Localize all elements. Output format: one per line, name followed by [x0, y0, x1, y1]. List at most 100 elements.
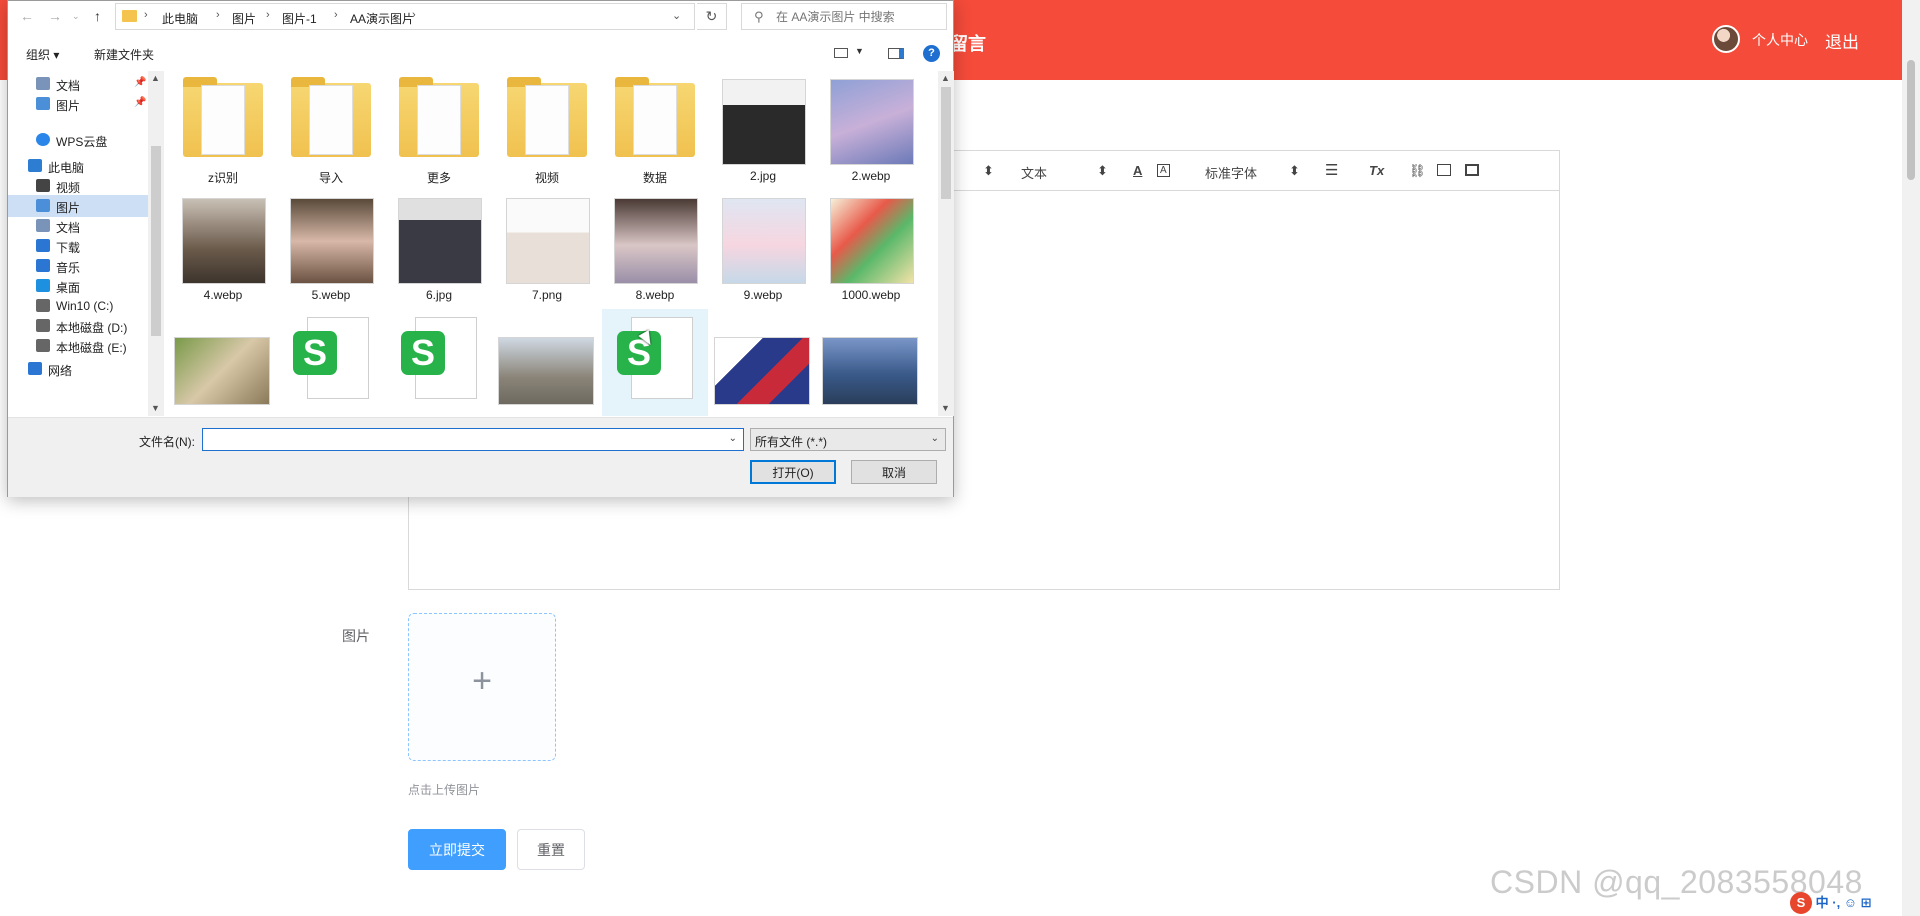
dropdown-arrow-icon[interactable]: ⬍ — [1289, 163, 1300, 179]
forward-arrow-icon[interactable]: → — [48, 8, 62, 24]
file-item[interactable]: 2.webp — [818, 71, 924, 187]
nav-item[interactable]: 音乐 — [8, 255, 148, 277]
search-box[interactable]: ⚲ — [741, 3, 947, 30]
nav-item[interactable]: 文档 📌 — [8, 73, 148, 95]
breadcrumb-separator-icon[interactable]: › — [144, 9, 148, 21]
folder-item[interactable]: 数据 — [602, 71, 708, 187]
scroll-down-icon[interactable]: ▼ — [941, 403, 950, 413]
chevron-down-icon[interactable]: ⌄ — [672, 9, 681, 22]
ime-toolbar[interactable]: S 中 ·, ☺ ⊞ — [1790, 892, 1902, 914]
nav-item[interactable]: 网络 — [8, 358, 148, 380]
scrollbar-thumb[interactable] — [941, 87, 951, 199]
file-item[interactable]: S — [602, 309, 708, 416]
cancel-button[interactable]: 取消 — [851, 460, 937, 484]
file-item[interactable] — [818, 309, 924, 416]
avatar[interactable] — [1712, 25, 1740, 53]
view-options-icon[interactable] — [834, 48, 848, 58]
file-item[interactable]: 4.webp — [170, 190, 276, 306]
link-icon[interactable]: ⛓ — [1409, 163, 1426, 179]
sogou-icon[interactable]: S — [1790, 892, 1812, 914]
page-scrollbar[interactable] — [1902, 0, 1920, 916]
file-item[interactable]: 1000.webp — [818, 190, 924, 306]
image-uploader[interactable]: + — [408, 613, 556, 761]
folder-item[interactable]: 视频 — [494, 71, 600, 187]
history-chevron-icon[interactable]: ⌄ — [72, 11, 80, 22]
video-icon[interactable] — [1465, 164, 1479, 176]
nav-item[interactable]: 下载 — [8, 235, 148, 257]
breadcrumb-separator-icon[interactable]: › — [334, 9, 338, 21]
file-list-scrollbar[interactable]: ▲ ▼ — [938, 71, 954, 416]
back-arrow-icon[interactable]: ← — [20, 8, 34, 24]
filename-field[interactable]: ⌄ — [202, 428, 744, 451]
header-select[interactable]: 文本 — [1021, 163, 1047, 182]
help-icon[interactable]: ? — [923, 45, 940, 62]
file-type-select[interactable]: 所有文件 (*.*) ⌄ — [750, 428, 946, 451]
ime-status[interactable]: 中 ·, ☺ ⊞ — [1816, 895, 1872, 910]
font-color-icon[interactable]: A — [1133, 163, 1142, 178]
dropdown-arrow-icon[interactable]: ⬍ — [983, 163, 994, 179]
breadcrumb-pictures[interactable]: 图片 — [232, 10, 256, 27]
pin-icon[interactable]: 📌 — [134, 97, 146, 108]
new-folder-button[interactable]: 新建文件夹 — [94, 46, 154, 63]
file-item[interactable]: 2.jpg — [710, 71, 816, 187]
nav-item[interactable]: 图片 — [8, 195, 148, 217]
chevron-down-icon[interactable]: ⌄ — [729, 433, 737, 444]
folder-item[interactable]: 更多 — [386, 71, 492, 187]
file-item[interactable]: 7.png — [494, 190, 600, 306]
filename-input[interactable] — [203, 429, 723, 450]
nav-item[interactable]: Win10 (C:) — [8, 295, 148, 317]
nav-item[interactable]: WPS云盘 — [8, 129, 148, 151]
scroll-up-icon[interactable]: ▲ — [941, 73, 950, 83]
address-bar[interactable]: › 此电脑 › 图片 › 图片-1 › AA演示图片 › ⌄ — [115, 3, 695, 30]
clear-format-icon[interactable]: Tx — [1369, 163, 1384, 178]
chevron-down-icon[interactable]: ▼ — [855, 46, 864, 56]
scroll-down-icon[interactable]: ▼ — [151, 403, 160, 413]
nav-item[interactable]: 文档 — [8, 215, 148, 237]
organize-button[interactable]: 组织 ▾ — [26, 46, 59, 63]
breadcrumb-separator-icon[interactable]: › — [266, 9, 270, 21]
preview-pane-icon[interactable] — [888, 48, 904, 59]
scroll-up-icon[interactable]: ▲ — [151, 73, 160, 83]
file-item[interactable]: 6.jpg — [386, 190, 492, 306]
reset-button[interactable]: 重置 — [517, 829, 585, 870]
dropdown-arrow-icon[interactable]: ⬍ — [1097, 163, 1108, 179]
nav-item[interactable]: 视频 — [8, 175, 148, 197]
file-item[interactable] — [710, 309, 816, 416]
file-item[interactable] — [494, 309, 600, 416]
search-input[interactable] — [776, 8, 936, 26]
submit-button[interactable]: 立即提交 — [408, 829, 506, 870]
logout-link[interactable]: 退出 — [1825, 28, 1859, 53]
background-color-icon[interactable]: A — [1157, 164, 1170, 177]
chevron-down-icon[interactable]: ⌄ — [931, 433, 939, 444]
user-center-link[interactable]: 个人中心 — [1752, 30, 1808, 50]
file-item[interactable]: S — [386, 309, 492, 416]
file-item[interactable] — [170, 309, 276, 416]
folder-item[interactable]: z识别 — [170, 71, 276, 187]
nav-item[interactable]: 此电脑 — [8, 155, 148, 177]
nav-item[interactable]: 桌面 — [8, 275, 148, 297]
nav-item[interactable]: 本地磁盘 (E:) — [8, 335, 148, 357]
image-icon[interactable] — [1437, 164, 1451, 176]
align-icon[interactable]: ☰ — [1325, 161, 1338, 179]
breadcrumb-demo-folder[interactable]: AA演示图片 — [350, 10, 414, 27]
breadcrumb-separator-icon[interactable]: › — [412, 9, 416, 21]
pin-icon[interactable]: 📌 — [134, 77, 146, 88]
file-item[interactable]: S — [278, 309, 384, 416]
refresh-icon[interactable]: ↻ — [697, 3, 727, 30]
scrollbar-thumb[interactable] — [1907, 60, 1915, 180]
breadcrumb-pictures-1[interactable]: 图片-1 — [282, 10, 317, 27]
nav-pane-scrollbar[interactable]: ▲ ▼ — [148, 71, 164, 416]
nav-item[interactable]: 本地磁盘 (D:) — [8, 315, 148, 337]
font-select[interactable]: 标准字体 — [1205, 163, 1257, 182]
nav-item-message[interactable]: 留言 — [950, 30, 986, 56]
up-arrow-icon[interactable]: ↑ — [94, 8, 101, 24]
open-button[interactable]: 打开(O) — [750, 460, 836, 484]
scrollbar-thumb[interactable] — [151, 146, 161, 336]
file-item[interactable]: 9.webp — [710, 190, 816, 306]
file-item[interactable]: 8.webp — [602, 190, 708, 306]
breadcrumb-separator-icon[interactable]: › — [216, 9, 220, 21]
folder-item[interactable]: 导入 — [278, 71, 384, 187]
nav-item[interactable]: 图片 📌 — [8, 93, 148, 115]
breadcrumb-this-pc[interactable]: 此电脑 — [162, 10, 198, 27]
file-item[interactable]: 5.webp — [278, 190, 384, 306]
